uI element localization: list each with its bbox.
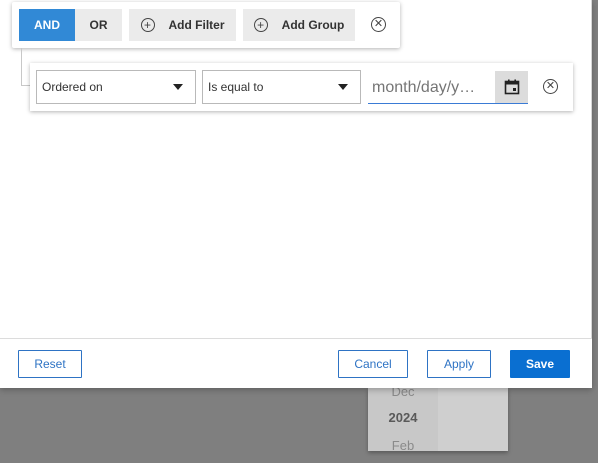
apply-button[interactable]: Apply bbox=[427, 350, 491, 378]
picker-item[interactable]: Feb bbox=[368, 438, 438, 453]
add-group-button[interactable]: + Add Group bbox=[243, 9, 355, 41]
page: Dec 2024 Feb AND OR + Add Filter + Add G… bbox=[0, 0, 598, 463]
operator-select[interactable]: Is equal to bbox=[202, 70, 361, 104]
plus-circle-icon: + bbox=[253, 18, 268, 32]
chevron-down-icon bbox=[338, 84, 348, 90]
remove-filter-close-icon[interactable]: ✕ bbox=[543, 79, 558, 94]
date-field bbox=[368, 71, 528, 104]
or-button[interactable]: OR bbox=[75, 9, 122, 41]
field-select[interactable]: Ordered on bbox=[36, 70, 196, 104]
filter-dialog: AND OR + Add Filter + Add Group ✕ Ordere… bbox=[0, 0, 592, 388]
picker-month-year-column[interactable]: Dec 2024 Feb bbox=[368, 384, 438, 453]
filter-row: Ordered on Is equal to month/day/y… ✕ bbox=[30, 63, 573, 111]
cancel-button[interactable]: Cancel bbox=[338, 350, 408, 378]
and-button[interactable]: AND bbox=[19, 9, 75, 41]
dialog-footer: Reset Cancel Apply Save bbox=[0, 338, 592, 388]
calendar-icon bbox=[504, 79, 519, 95]
reset-button[interactable]: Reset bbox=[18, 350, 82, 378]
save-button[interactable]: Save bbox=[510, 350, 570, 378]
add-group-label: Add Group bbox=[281, 18, 345, 32]
chevron-down-icon bbox=[173, 84, 183, 90]
field-select-value: Ordered on bbox=[42, 80, 103, 94]
filter-group-toolbar: AND OR + Add Filter + Add Group ✕ bbox=[12, 2, 400, 48]
background-date-picker: Dec 2024 Feb bbox=[368, 384, 508, 453]
add-filter-button[interactable]: + Add Filter bbox=[129, 9, 236, 41]
calendar-button[interactable] bbox=[495, 71, 528, 103]
date-input[interactable] bbox=[372, 76, 490, 100]
plus-circle-icon: + bbox=[140, 18, 155, 32]
or-label: OR bbox=[89, 18, 108, 32]
and-label: AND bbox=[34, 18, 60, 32]
operator-select-value: Is equal to bbox=[208, 80, 264, 94]
picker-item-selected[interactable]: 2024 bbox=[368, 410, 438, 425]
remove-group-close-icon[interactable]: ✕ bbox=[371, 17, 386, 32]
add-filter-label: Add Filter bbox=[168, 18, 225, 32]
